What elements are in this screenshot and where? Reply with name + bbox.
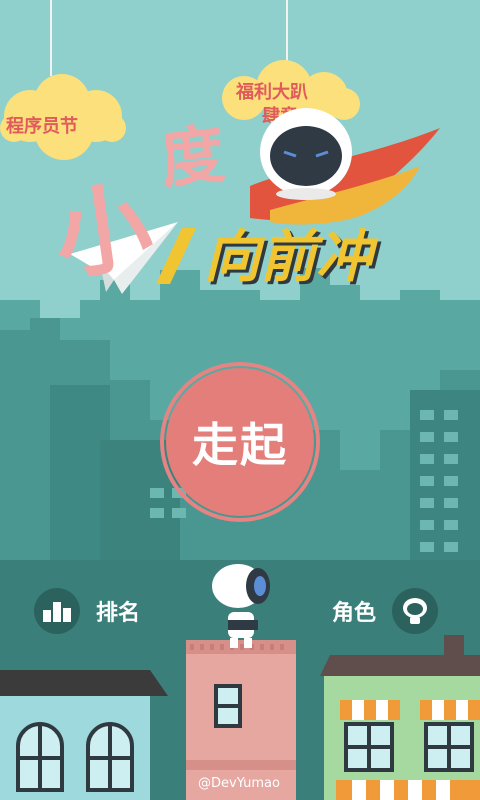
character-button-label: 角色	[332, 601, 377, 626]
robot-head-icon	[392, 588, 439, 634]
cloud-string-left	[50, 0, 52, 76]
robot-mascot-icon	[260, 108, 352, 200]
game-start-screen: 程序员节 福利大趴 肆意 小 度 向前冲	[0, 0, 480, 800]
logo-subtitle: 向前冲	[204, 225, 372, 290]
ranking-button-label: 排名	[96, 601, 141, 626]
podium-icon	[34, 588, 80, 634]
character-button[interactable]: 角色	[332, 588, 439, 634]
start-button[interactable]: 走起	[166, 368, 314, 516]
robot-character	[212, 564, 270, 648]
watermark: @DevYumao	[198, 776, 280, 791]
slash-accent	[156, 228, 196, 284]
logo-char-du: 度	[156, 117, 229, 199]
start-button-label: 走起	[192, 418, 288, 472]
logo-char-small: 小	[47, 169, 159, 295]
ranking-button[interactable]: 排名	[34, 588, 140, 634]
game-logo: 小 度 向前冲	[48, 100, 460, 300]
